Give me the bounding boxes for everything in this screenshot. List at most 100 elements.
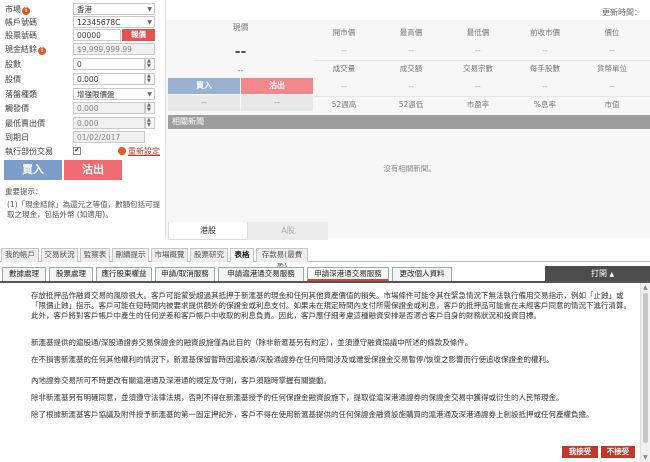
max-sell-price-stepper[interactable]: ▲ ▼ — [145, 117, 155, 129]
quantity-stepper[interactable]: ▲ ▼ — [145, 58, 155, 70]
price-box: 現價 -- -- 買入 沽出 -- -- — [168, 20, 313, 112]
sub-tab[interactable]: 股票處理 — [49, 267, 93, 281]
cash-balance-value: $9,999,999.99 — [73, 43, 155, 55]
chevron-down-icon: ▼ — [147, 91, 152, 98]
terms-paragraph: 除了根據新滙基客戶協議及附件授予新滙基的第一固定押記外，客戶不得在使用新滙基提供… — [31, 410, 594, 419]
odd-lot-checkbox[interactable] — [73, 146, 81, 155]
price-input[interactable]: 0.000 — [73, 73, 145, 85]
tab-hk-stock[interactable]: 港股 — [168, 222, 248, 240]
arrow-down-icon[interactable]: ▼ — [147, 123, 151, 128]
scrollbar-thumb[interactable] — [643, 293, 648, 443]
stock-code-input[interactable]: 00000 — [73, 29, 121, 41]
sub-tab[interactable]: 應行股東權益 — [96, 267, 152, 281]
market-row: 市場 i 香港 ▼ — [3, 3, 163, 16]
main-tabs: 我的帳戶交易狀況監察表刪續提示市場概覽股票研究表格存款易(最費盈) — [0, 248, 650, 271]
stock-code-row: 股票號碼 00000 報價 — [3, 29, 163, 42]
main-tab[interactable]: 監察表 — [80, 248, 110, 262]
terms-paragraph: 除非新滙基另有明確同意，並須遵守法律法規，否則不得在新滙基授予的任何保證金融資設… — [31, 393, 564, 402]
buy-button[interactable]: 買入 — [4, 160, 62, 180]
cash-balance-row: 現金結餘 i $9,999,999.99 — [3, 43, 163, 56]
market-select[interactable]: 香港 ▼ — [73, 3, 155, 15]
sub-tab[interactable]: 申請/取消服務 — [155, 267, 215, 281]
max-sell-price-row: 最低賣出價 0.000 ▲ ▼ — [3, 117, 163, 130]
news-empty-message: 沒有相關新聞。 — [168, 129, 650, 209]
quote-field-label: 每手股數 — [530, 64, 560, 73]
notes-text: (1)「現金結餘」為還元之等值，數額包括可提取之現金，包括外幣 (如適用)。 — [7, 200, 161, 219]
terms-paragraph: 存放抵押品作融資交易的風險很大。客戶可能蒙受超過其抵押于新滙基的現金和任何其他資… — [31, 291, 631, 320]
main-tab[interactable]: 我的帳戶 — [1, 248, 39, 262]
notes-title: 重要提示： — [5, 187, 43, 196]
tab-a-share[interactable]: A股 — [248, 222, 328, 240]
main-tab[interactable]: 市場概覽 — [151, 248, 188, 262]
terms-paragraph: 新滙基提供的滬股通/深股通證券交易保證金的融資設施僅為此目的（除非新滙基另有約定… — [31, 338, 473, 347]
print-bar[interactable]: 打開 ▲ — [545, 266, 650, 281]
reset-link-label: 重新設定 — [128, 147, 160, 156]
update-time-label: 更新時間： — [602, 8, 642, 17]
refresh-icon — [118, 147, 126, 155]
quote-field-label: 價位 — [604, 28, 620, 37]
max-sell-price-input[interactable]: 0.000 — [73, 117, 145, 129]
main-tab[interactable]: 刪續提示 — [112, 248, 149, 262]
arrow-up-icon[interactable]: ▲ — [643, 284, 648, 291]
quote-field-label: 前收市價 — [530, 28, 560, 37]
account-select[interactable]: 12345678C ▼ — [73, 16, 155, 28]
quote-field-value: -- — [609, 46, 615, 55]
arrow-down-icon[interactable]: ▼ — [147, 108, 151, 113]
bid-price: -- — [168, 95, 240, 111]
price-label: 股價 — [5, 75, 21, 84]
terms-paragraph: 內地證券交易所可不時更改有關滬港通及深港通的規定及守則，客戶須隨時掌握有關變動。 — [31, 376, 331, 385]
quote-lookup-button[interactable]: 報價 — [122, 29, 155, 41]
quote-field-value: -- — [475, 82, 481, 91]
current-price-value: -- — [234, 44, 247, 60]
price-stepper[interactable]: ▲ ▼ — [145, 73, 155, 85]
sub-tab[interactable]: 申請深港通交易服務 — [307, 267, 389, 281]
arrow-down-icon[interactable]: ▼ — [147, 64, 151, 69]
quote-field-label: 最高價 — [399, 28, 423, 37]
chevron-up-icon: ▲ — [609, 271, 615, 278]
expiry-date-input[interactable]: 01/02/2017 — [73, 131, 145, 143]
main-tab[interactable]: 表格 — [230, 248, 254, 262]
ask-price: -- — [241, 95, 313, 111]
quote-sell-button[interactable]: 沽出 — [241, 78, 313, 94]
decline-button[interactable]: 不接受 — [601, 446, 635, 458]
info-icon[interactable]: i — [22, 7, 30, 15]
sell-button[interactable]: 沽出 — [64, 160, 122, 180]
trigger-price-row: 觸發價 0.000 ▲ ▼ — [3, 102, 163, 115]
main-tab[interactable]: 交易狀況 — [41, 248, 78, 262]
quote-field-value: -- — [408, 82, 414, 91]
sub-tab[interactable]: 數據處理 — [2, 267, 46, 281]
important-notes: 重要提示： (1)「現金結餘」為還元之等值，數額包括可提取之現金，包括外幣 (如… — [5, 187, 165, 220]
order-type-row: 落盤種類 增強限價盤 ▼ — [3, 88, 163, 101]
main-tab[interactable]: 股票研究 — [190, 248, 228, 262]
accept-button[interactable]: 我接受 — [562, 446, 598, 458]
document-scrollbar[interactable]: ▲ ▼ — [640, 283, 650, 462]
expiry-row: 到期日 01/02/2017 — [3, 131, 163, 144]
reset-link[interactable]: 重新設定 — [118, 146, 160, 157]
arrow-down-icon[interactable]: ▼ — [643, 454, 648, 461]
quote-field-label: 成交額 — [399, 64, 423, 73]
market-tabs: 港股 A股 — [166, 222, 650, 240]
info-icon[interactable]: i — [38, 47, 46, 55]
quote-field-label: 開市價 — [332, 28, 356, 37]
quote-buy-button[interactable]: 買入 — [168, 78, 240, 94]
odd-lot-row: 執行部份交易 重新設定 — [3, 145, 163, 158]
chevron-down-icon: ▼ — [147, 19, 152, 26]
quote-field-value: -- — [475, 46, 481, 55]
order-type-select[interactable]: 增強限價盤 ▼ — [73, 88, 155, 100]
quantity-row: 股數 0 ▲ ▼ — [3, 58, 163, 71]
quantity-input[interactable]: 0 — [73, 58, 145, 70]
arrow-down-icon[interactable]: ▼ — [147, 79, 151, 84]
trigger-price-stepper[interactable]: ▲ ▼ — [145, 102, 155, 114]
sub-tab[interactable]: 更改個人資料 — [392, 267, 452, 281]
terms-document: 存放抵押品作融資交易的風險很大。客戶可能蒙受超過其抵押于新滙基的現金和任何其他資… — [0, 283, 640, 462]
sub-tab[interactable]: 申請滬港通交易服務 — [218, 267, 304, 281]
quote-field-label: 交易宗數 — [463, 64, 493, 73]
quote-field-label: 貨幣單位 — [597, 64, 627, 73]
main-tab[interactable]: 存款易(最費盈) — [256, 248, 308, 271]
account-row: 帳戶號碼 12345678C ▼ — [3, 16, 163, 29]
quote-field-value: -- — [341, 82, 347, 91]
trigger-price-input[interactable]: 0.000 — [73, 102, 145, 114]
account-label: 帳戶號碼 — [5, 18, 37, 27]
quote-field-value: -- — [609, 82, 615, 91]
quantity-label: 股數 — [5, 60, 21, 69]
